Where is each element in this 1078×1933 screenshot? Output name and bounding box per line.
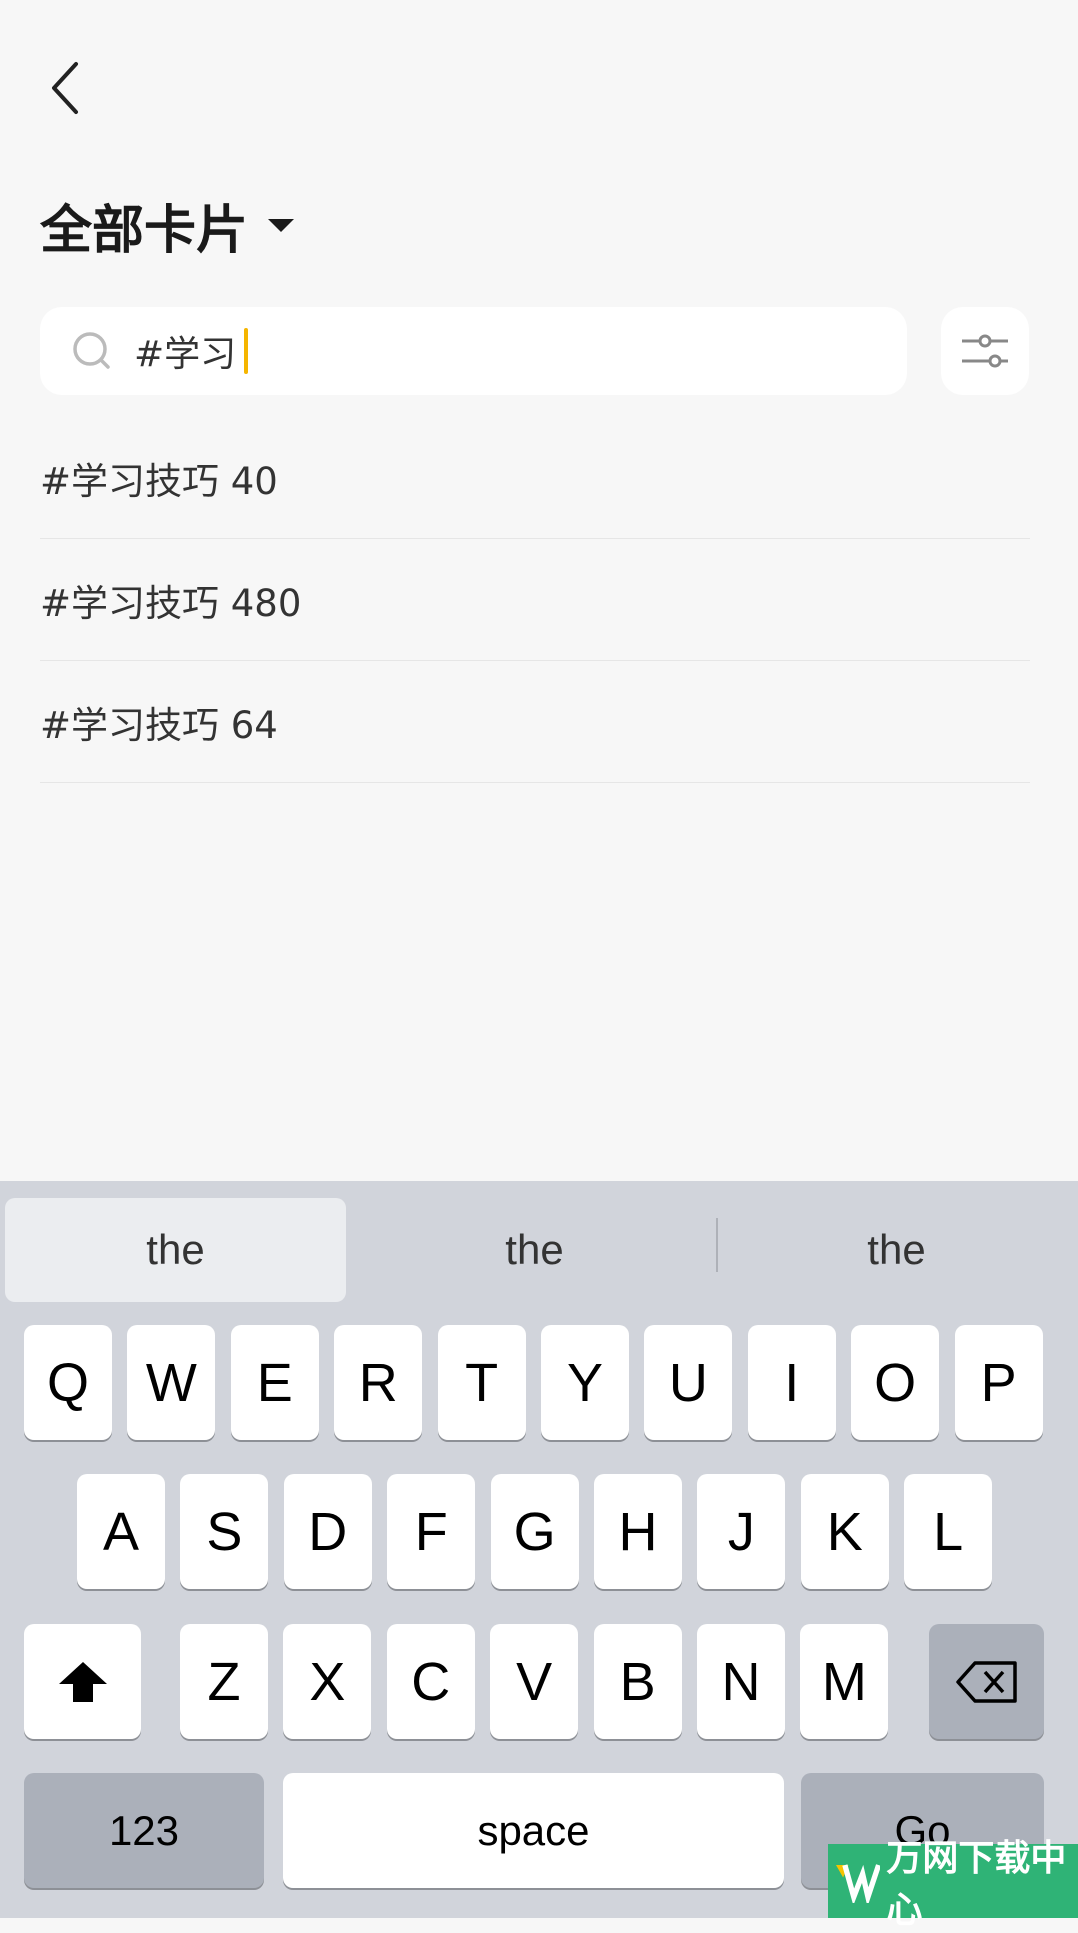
back-button[interactable] bbox=[44, 58, 94, 118]
key-c[interactable]: C bbox=[386, 1624, 475, 1739]
result-label: #学习技巧 480 bbox=[40, 581, 302, 625]
shift-icon bbox=[58, 1661, 107, 1702]
key-m[interactable]: M bbox=[800, 1624, 889, 1739]
key-t[interactable]: T bbox=[437, 1325, 526, 1440]
key-w[interactable]: W bbox=[127, 1325, 216, 1440]
text-cursor bbox=[244, 328, 249, 374]
key-j[interactable]: J bbox=[697, 1474, 786, 1589]
key-z[interactable]: Z bbox=[180, 1624, 268, 1739]
divider bbox=[716, 1218, 718, 1272]
key-d[interactable]: D bbox=[283, 1474, 372, 1589]
filter-button[interactable] bbox=[941, 307, 1029, 395]
key-i[interactable]: I bbox=[747, 1325, 836, 1440]
space-key[interactable]: space bbox=[283, 1773, 784, 1888]
key-p[interactable]: P bbox=[954, 1325, 1043, 1440]
backspace-icon bbox=[955, 1660, 1017, 1703]
key-s[interactable]: S bbox=[180, 1474, 269, 1589]
key-o[interactable]: O bbox=[851, 1325, 940, 1440]
list-item[interactable]: #学习技巧 64 bbox=[40, 661, 1030, 783]
key-q[interactable]: Q bbox=[24, 1325, 112, 1440]
search-input[interactable]: #学习 bbox=[40, 307, 907, 395]
keyboard: the the the Q W E R T Y U I O P A S D F G H J K L Z X C V B N M 12… bbox=[0, 1181, 1078, 1918]
numbers-key[interactable]: 123 bbox=[24, 1773, 264, 1888]
watermark-text: 万网下载中心 bbox=[886, 1838, 1067, 1931]
key-b[interactable]: B bbox=[593, 1624, 682, 1739]
list-item[interactable]: #学习技巧 480 bbox=[40, 539, 1030, 661]
suggestion[interactable]: the bbox=[364, 1198, 705, 1302]
watermark-logo: 万网下载中心 bbox=[828, 1838, 1078, 1931]
key-x[interactable]: X bbox=[283, 1624, 372, 1739]
chevron-left-icon bbox=[52, 62, 78, 114]
key-v[interactable]: V bbox=[490, 1624, 579, 1739]
caret-down-icon bbox=[268, 219, 295, 232]
list-item[interactable]: #学习技巧 40 bbox=[40, 417, 1030, 539]
key-k[interactable]: K bbox=[800, 1474, 889, 1589]
card-filter-dropdown[interactable]: 全部卡片 bbox=[40, 188, 295, 263]
key-a[interactable]: A bbox=[77, 1474, 165, 1589]
shift-key[interactable] bbox=[24, 1624, 141, 1739]
key-g[interactable]: G bbox=[490, 1474, 579, 1589]
key-r[interactable]: R bbox=[334, 1325, 423, 1440]
key-h[interactable]: H bbox=[594, 1474, 682, 1589]
result-label: #学习技巧 40 bbox=[40, 459, 278, 503]
page-title: 全部卡片 bbox=[40, 201, 249, 261]
key-e[interactable]: E bbox=[230, 1325, 319, 1440]
delete-key[interactable] bbox=[929, 1624, 1044, 1739]
key-l[interactable]: L bbox=[904, 1474, 993, 1589]
logo-icon bbox=[836, 1864, 881, 1903]
result-label: #学习技巧 64 bbox=[40, 703, 278, 747]
key-f[interactable]: F bbox=[387, 1474, 476, 1589]
key-u[interactable]: U bbox=[644, 1325, 733, 1440]
key-y[interactable]: Y bbox=[541, 1325, 629, 1440]
sliders-icon bbox=[962, 334, 1008, 368]
search-icon bbox=[73, 332, 110, 369]
suggestion[interactable]: the bbox=[5, 1198, 346, 1302]
key-n[interactable]: N bbox=[697, 1624, 785, 1739]
suggestion[interactable]: the bbox=[726, 1198, 1067, 1302]
search-value: #学习 bbox=[134, 334, 237, 375]
